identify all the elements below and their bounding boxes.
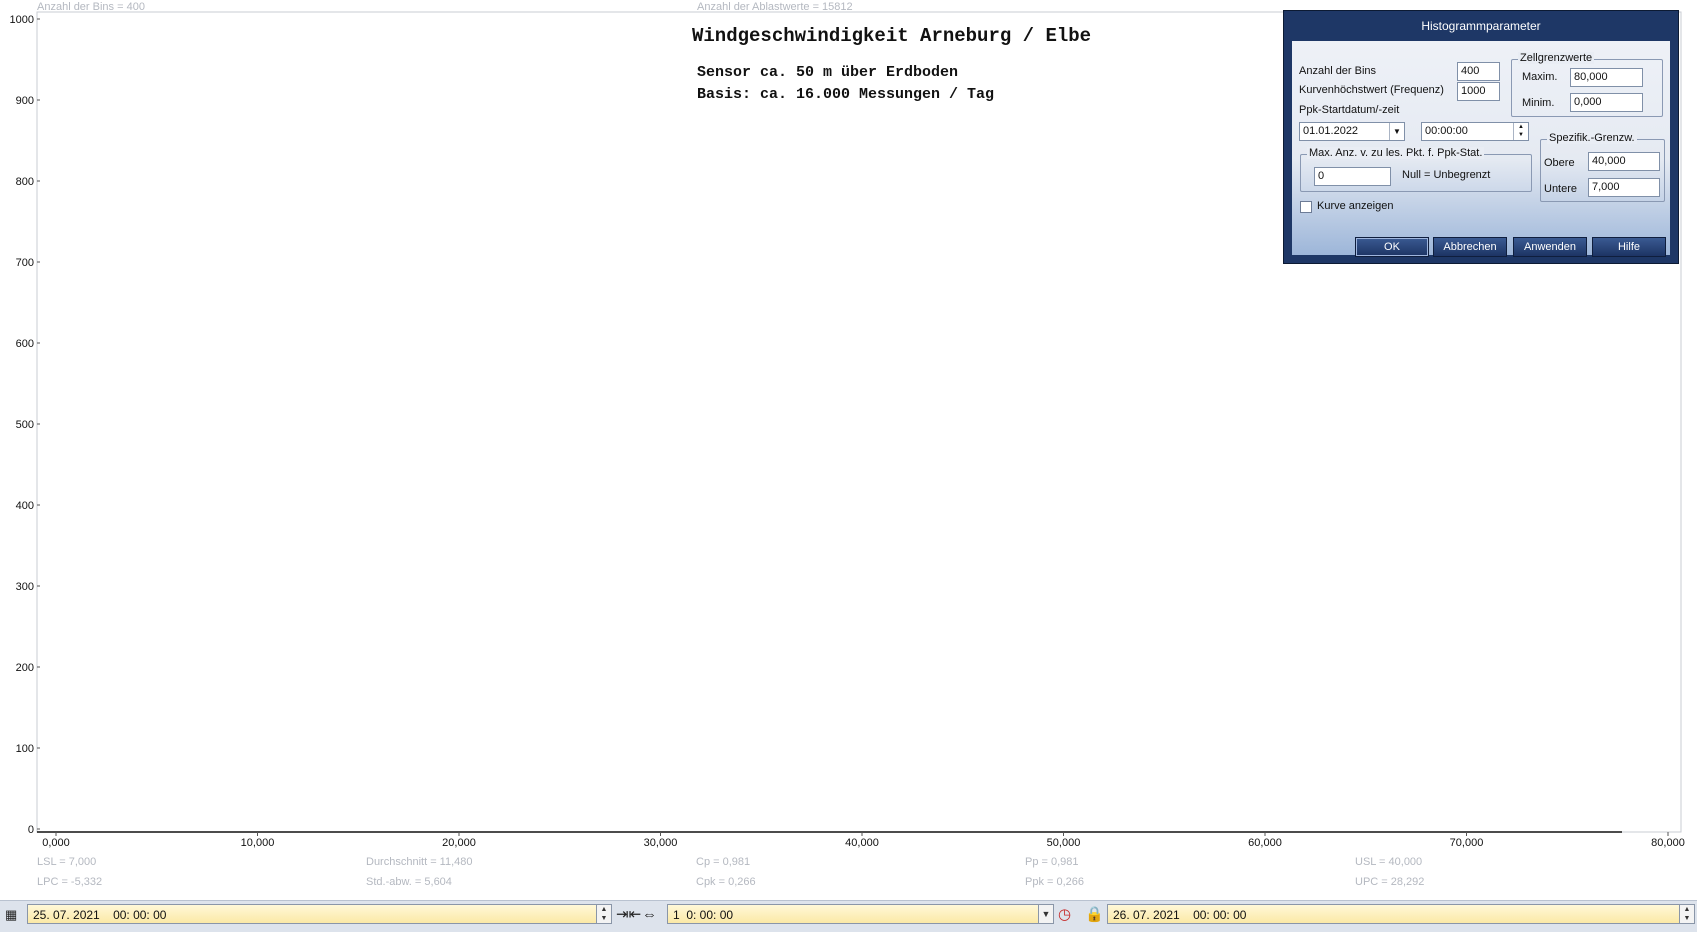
y-tick-label: 300: [16, 581, 34, 593]
end-datetime-field[interactable]: 26. 07. 2021 00: 00: 00: [1107, 904, 1681, 924]
y-tick-label: 100: [16, 743, 34, 755]
lock-icon[interactable]: 🔒: [1085, 906, 1104, 924]
x-tick-label: 30,000: [644, 837, 678, 849]
ppk-time-input[interactable]: 00:00:00 ▲ ▼: [1421, 122, 1529, 141]
apply-button[interactable]: Anwenden: [1513, 237, 1587, 257]
ppk-date-value: 01.01.2022: [1303, 125, 1359, 137]
x-tick-label: 20,000: [442, 837, 476, 849]
min-input[interactable]: 0,000: [1570, 93, 1643, 112]
stat-lsl: LSL = 7,000: [37, 856, 97, 868]
y-tick-label: 1000: [10, 14, 34, 26]
stats-band: LSL = 7,000 LPC = -5,332 Durchschnitt = …: [0, 850, 1697, 902]
bins-label: Anzahl der Bins: [1299, 65, 1377, 77]
y-tick-label: 600: [16, 338, 34, 350]
dialog-title: Histogrammparameter: [1421, 19, 1541, 33]
cell-limits-title: Zellgrenzwerte: [1518, 52, 1595, 64]
y-tick-label: 700: [16, 257, 34, 269]
spec-limits-group: Spezifik.-Grenzw. Obere 40,000 Untere 7,…: [1540, 132, 1665, 202]
max-points-title: Max. Anz. v. zu les. Pkt. f. Ppk-Stat.: [1307, 147, 1485, 159]
chart-subtitle-2: Basis: ca. 16.000 Messungen / Tag: [697, 86, 995, 103]
y-tick-label: 800: [16, 176, 34, 188]
curve-label: Kurve anzeigen: [1317, 200, 1394, 212]
y-tick-label: 500: [16, 419, 34, 431]
stat-std: Std.-abw. = 5,604: [366, 876, 452, 888]
clock-icon[interactable]: ◷: [1058, 906, 1071, 924]
chart-title: Windgeschwindigkeit Arneburg / Elbe: [692, 25, 1092, 47]
x-tick-label: 40,000: [845, 837, 879, 849]
chevron-down-icon[interactable]: ▼: [1389, 123, 1404, 140]
stat-mean: Durchschnitt = 11,480: [366, 856, 473, 868]
interval-field[interactable]: 1 0: 00: 00: [667, 904, 1039, 924]
ppk-time-value: 00:00:00: [1425, 125, 1468, 137]
x-tick-label: 80,000: [1651, 837, 1685, 849]
y-tick-label: 900: [16, 95, 34, 107]
time-toolbar: ▦ 25. 07. 2021 00: 00: 00 ▲ ▼ ⇥⇤ ⇔ 1 0: 0…: [0, 900, 1697, 932]
time-spinner[interactable]: ▲ ▼: [1513, 123, 1528, 140]
stat-usl: USL = 40,000: [1355, 856, 1423, 868]
x-tick-label: 70,000: [1450, 837, 1484, 849]
bins-info: Anzahl der Bins = 400: [37, 1, 145, 13]
max-input[interactable]: 80,000: [1570, 68, 1643, 87]
start-datetime-field[interactable]: 25. 07. 2021 00: 00: 00: [27, 904, 597, 924]
lower-input[interactable]: 7,000: [1588, 178, 1660, 197]
min-label: Minim.: [1522, 97, 1555, 109]
interval-dropdown[interactable]: ▼: [1038, 904, 1054, 924]
peak-label: Kurvenhöchstwert (Frequenz): [1299, 84, 1444, 96]
start-spinner[interactable]: ▲ ▼: [596, 904, 612, 924]
spec-limits-title: Spezifik.-Grenzw.: [1547, 132, 1637, 144]
curve-checkbox[interactable]: [1300, 201, 1312, 213]
bins-input[interactable]: 400: [1457, 62, 1500, 81]
ppk-start-label: Ppk-Startdatum/-zeit: [1299, 104, 1400, 116]
x-tick-label: 0,000: [42, 837, 70, 849]
y-tick-label: 0: [28, 824, 34, 836]
values-info: Anzahl der Ablastwerte = 15812: [697, 1, 853, 13]
peak-input[interactable]: 1000: [1457, 82, 1500, 101]
stat-upc: UPC = 28,292: [1355, 876, 1425, 888]
stat-cpk: Cpk = 0,266: [696, 876, 756, 888]
dialog-body: Anzahl der Bins 400 Kurvenhöchstwert (Fr…: [1292, 41, 1670, 257]
cell-limits-group: Zellgrenzwerte Maxim. 80,000 Minim. 0,00…: [1511, 52, 1663, 117]
shrink-arrows-icon[interactable]: ⇥⇤: [616, 906, 641, 924]
max-points-input[interactable]: 0: [1314, 167, 1391, 186]
histogram-parameters-dialog: Histogrammparameter Anzahl der Bins 400 …: [1283, 10, 1679, 264]
ok-button[interactable]: OK: [1355, 237, 1429, 257]
y-tick-label: 400: [16, 500, 34, 512]
calendar-icon[interactable]: ▦: [5, 906, 17, 924]
max-label: Maxim.: [1522, 71, 1558, 83]
max-points-hint: Null = Unbegrenzt: [1402, 169, 1491, 181]
expand-arrows-icon[interactable]: ⇔: [642, 906, 657, 924]
x-tick-label: 60,000: [1248, 837, 1282, 849]
stat-pp: Pp = 0,981: [1025, 856, 1079, 868]
end-spinner[interactable]: ▲ ▼: [1679, 904, 1695, 924]
help-button[interactable]: Hilfe: [1592, 237, 1666, 257]
stat-cp: Cp = 0,981: [696, 856, 751, 868]
stat-ppk: Ppk = 0,266: [1025, 876, 1085, 888]
ppk-date-select[interactable]: 01.01.2022 ▼: [1299, 122, 1405, 141]
y-tick-label: 200: [16, 662, 34, 674]
x-tick-label: 10,000: [241, 837, 275, 849]
upper-label: Obere: [1544, 157, 1575, 169]
cancel-button[interactable]: Abbrechen: [1433, 237, 1507, 257]
chart-subtitle-1: Sensor ca. 50 m über Erdboden: [697, 64, 959, 81]
max-points-group: Max. Anz. v. zu les. Pkt. f. Ppk-Stat. 0…: [1300, 147, 1532, 192]
x-tick-label: 50,000: [1047, 837, 1081, 849]
stat-lpc: LPC = -5,332: [37, 876, 103, 888]
lower-label: Untere: [1544, 183, 1578, 195]
upper-input[interactable]: 40,000: [1588, 152, 1660, 171]
